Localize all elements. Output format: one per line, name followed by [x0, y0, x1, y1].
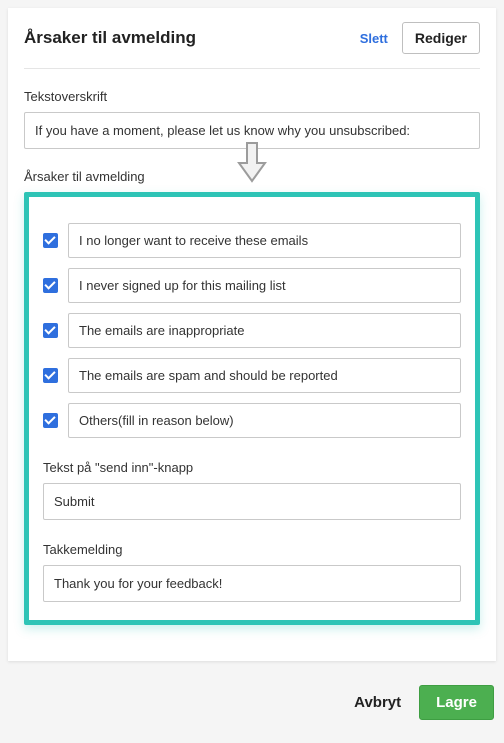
reason-text-input[interactable] — [68, 313, 461, 348]
page-title: Årsaker til avmelding — [24, 28, 196, 48]
delete-button[interactable]: Slett — [360, 31, 388, 46]
thank-you-input[interactable] — [43, 565, 461, 602]
save-button[interactable]: Lagre — [419, 685, 494, 720]
reason-row — [43, 358, 461, 393]
reason-checkbox[interactable] — [43, 278, 58, 293]
thank-you-label: Takkemelding — [43, 542, 461, 557]
arrow-icon — [235, 141, 269, 190]
cancel-button[interactable]: Avbryt — [354, 694, 401, 711]
submit-text-input[interactable] — [43, 483, 461, 520]
reason-checkbox[interactable] — [43, 368, 58, 383]
settings-card: Årsaker til avmelding Slett Rediger Teks… — [8, 8, 496, 661]
text-heading-label: Tekstoverskrift — [24, 89, 480, 104]
reasons-list — [43, 223, 461, 438]
reason-text-input[interactable] — [68, 403, 461, 438]
reason-row — [43, 268, 461, 303]
footer-row: Avbryt Lagre — [0, 669, 504, 726]
edit-button[interactable]: Rediger — [402, 22, 480, 54]
reason-row — [43, 313, 461, 348]
reason-row — [43, 403, 461, 438]
reasons-box: Tekst på "send inn"-knapp Takkemelding — [24, 192, 480, 625]
reason-text-input[interactable] — [68, 358, 461, 393]
reason-row — [43, 223, 461, 258]
reason-checkbox[interactable] — [43, 413, 58, 428]
reason-checkbox[interactable] — [43, 323, 58, 338]
submit-text-section: Tekst på "send inn"-knapp — [43, 460, 461, 520]
reason-text-input[interactable] — [68, 268, 461, 303]
header-actions: Slett Rediger — [360, 22, 480, 54]
header-row: Årsaker til avmelding Slett Rediger — [24, 22, 480, 69]
reasons-section: Årsaker til avmelding Tekst på "send inn… — [24, 169, 480, 625]
submit-text-label: Tekst på "send inn"-knapp — [43, 460, 461, 475]
text-heading-section: Tekstoverskrift — [24, 89, 480, 149]
thank-you-section: Takkemelding — [43, 542, 461, 602]
reason-checkbox[interactable] — [43, 233, 58, 248]
reason-text-input[interactable] — [68, 223, 461, 258]
